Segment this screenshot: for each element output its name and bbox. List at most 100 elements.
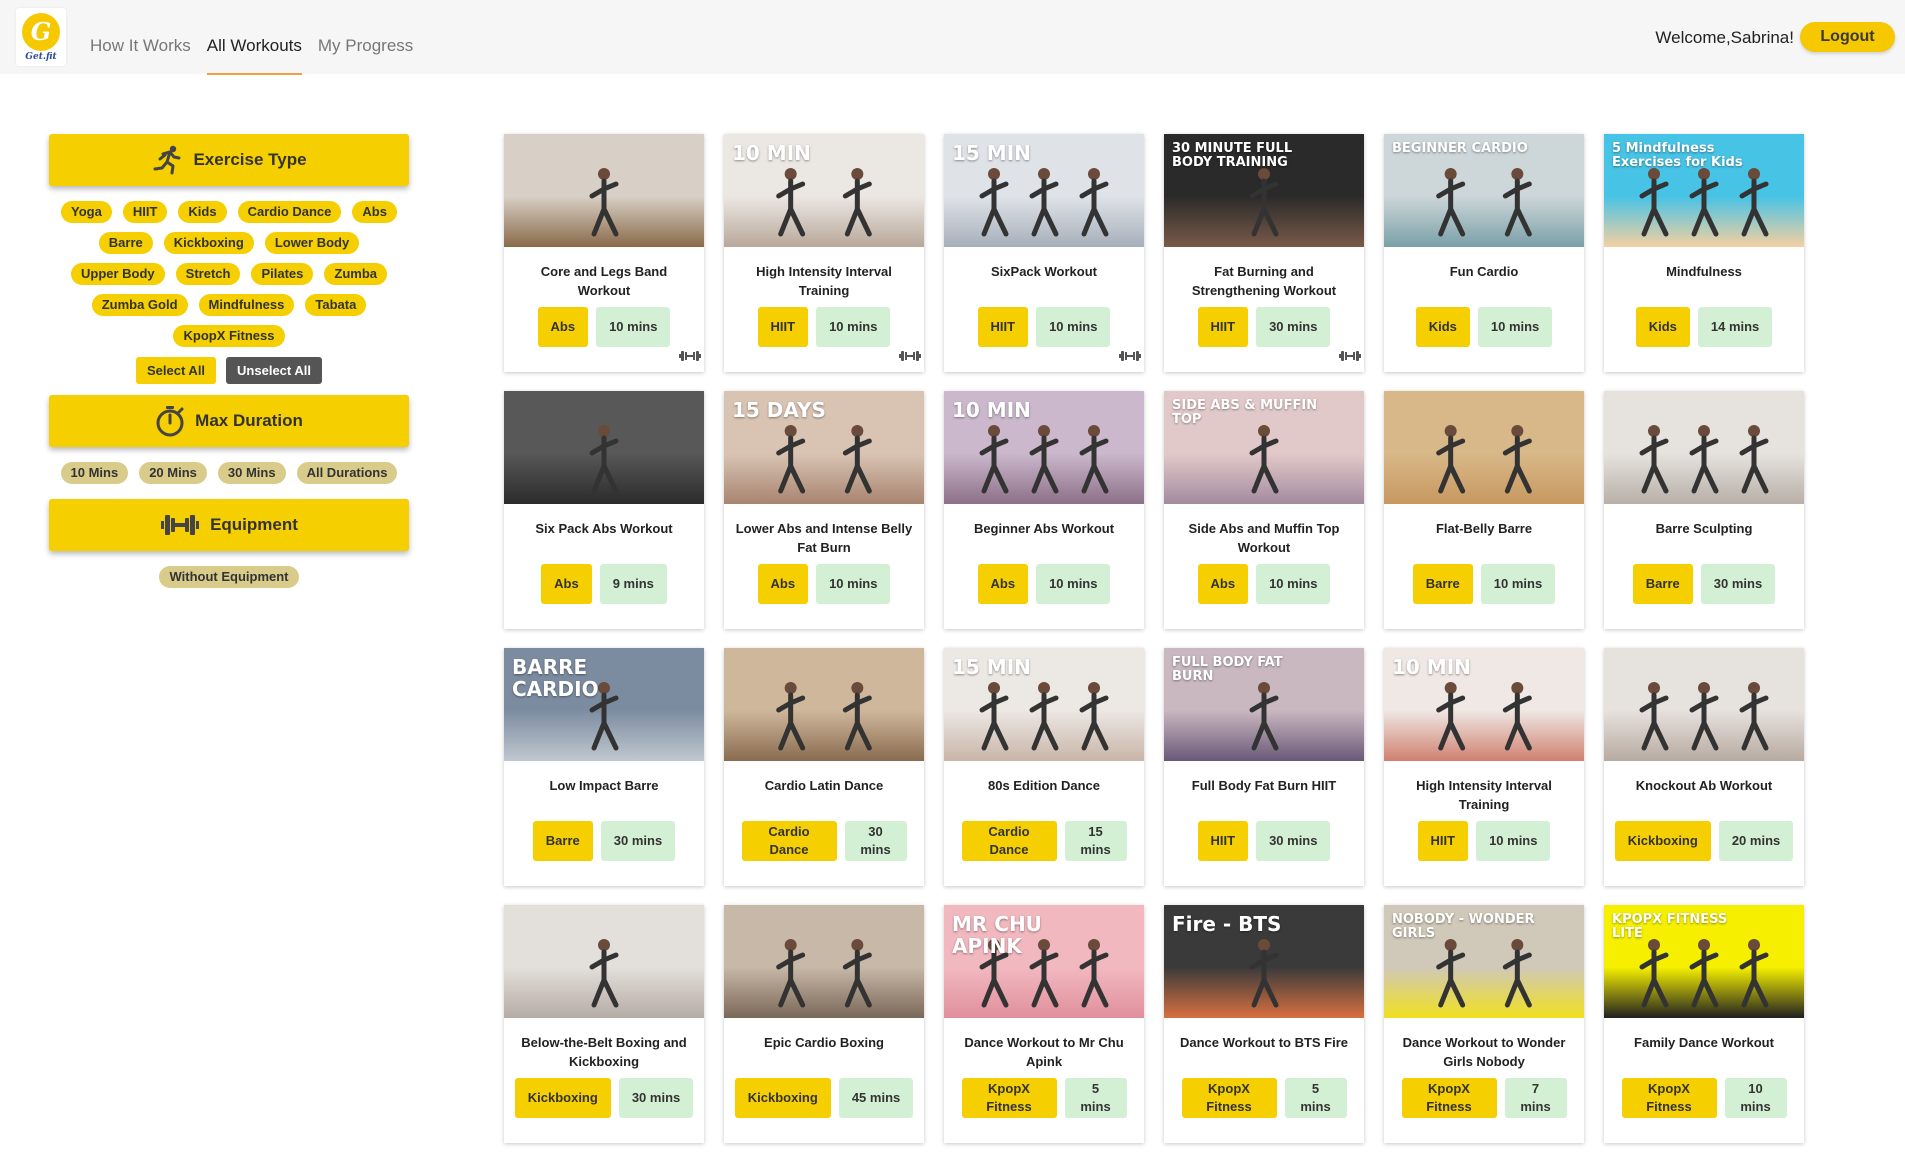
thumbnail-figures: [589, 939, 619, 1008]
workout-duration-tag: 10 mins: [1724, 1078, 1787, 1118]
workout-card[interactable]: Barre Sculpting Barre 30 mins: [1604, 391, 1804, 629]
chip-lower-body[interactable]: Lower Body: [264, 232, 360, 254]
workout-card[interactable]: 15 MIN SixPack Workout HIIT 10 mins: [944, 134, 1144, 372]
workout-title: Flat-Belly Barre: [1435, 521, 1533, 536]
equipment-header[interactable]: Equipment: [49, 499, 409, 551]
workout-card[interactable]: BEGINNER CARDIO Fun Cardio Kids 10 mins: [1384, 134, 1584, 372]
workout-card[interactable]: Fire - BTS Dance Workout to BTS Fire KpopX…: [1164, 905, 1364, 1143]
workout-duration-tag: 10 mins: [816, 307, 891, 347]
workout-thumbnail[interactable]: 5 Mindfulness Exercises for Kids: [1604, 134, 1804, 247]
workout-tags: Abs 10 mins: [724, 564, 924, 604]
chip-30-mins[interactable]: 30 Mins: [217, 462, 286, 484]
chip-kids[interactable]: Kids: [178, 201, 227, 223]
workout-title: Cardio Latin Dance: [764, 778, 884, 793]
chip-10-mins[interactable]: 10 Mins: [60, 462, 129, 484]
workout-card[interactable]: FULL BODY FAT BURN Full Body Fat Burn HII…: [1164, 648, 1364, 886]
workout-type-tag: Cardio Dance: [741, 821, 837, 861]
workout-thumbnail[interactable]: [1604, 391, 1804, 504]
workout-thumbnail[interactable]: 15 MIN: [944, 134, 1144, 247]
workout-thumbnail[interactable]: [1384, 391, 1584, 504]
workout-thumbnail[interactable]: 15 MIN: [944, 648, 1144, 761]
chip-abs[interactable]: Abs: [352, 201, 397, 223]
workout-card[interactable]: 10 MIN Beginner Abs Workout Abs 10 mins: [944, 391, 1144, 629]
chip-all-durations[interactable]: All Durations: [296, 462, 398, 484]
workout-title: Epic Cardio Boxing: [764, 1035, 884, 1050]
workout-type-tag: Abs: [537, 307, 589, 347]
chip-cardio-dance[interactable]: Cardio Dance: [237, 201, 342, 223]
chip-zumba-gold[interactable]: Zumba Gold: [91, 294, 188, 316]
workout-tags: Cardio Dance 30 mins: [724, 821, 924, 861]
workout-thumbnail[interactable]: KPOPX FITNESS LITE: [1604, 905, 1804, 1018]
workout-thumbnail[interactable]: NOBODY - WONDER GIRLS: [1384, 905, 1584, 1018]
workout-card[interactable]: Core and Legs Band Workout Abs 10 mins: [504, 134, 704, 372]
workout-card[interactable]: 15 DAYS Lower Abs and Intense Belly Fat B…: [724, 391, 924, 629]
workout-tags: Barre 10 mins: [1384, 564, 1584, 604]
workout-thumbnail[interactable]: 10 MIN: [944, 391, 1144, 504]
workout-type-tag: Abs: [977, 564, 1029, 604]
chip-without-equipment[interactable]: Without Equipment: [159, 566, 299, 588]
workout-thumbnail[interactable]: [504, 391, 704, 504]
nav-my-progress[interactable]: My Progress: [318, 36, 413, 75]
chip-tabata[interactable]: Tabata: [305, 294, 367, 316]
workout-card[interactable]: KPOPX FITNESS LITE Family Dance Workout Kp…: [1604, 905, 1804, 1143]
logout-button[interactable]: Logout: [1800, 22, 1895, 52]
chip-hiit[interactable]: HIIT: [122, 201, 168, 223]
app-logo[interactable]: G Get.fit: [16, 8, 66, 66]
workout-thumbnail[interactable]: [724, 905, 924, 1018]
chip-upper-body[interactable]: Upper Body: [70, 263, 165, 285]
workout-thumbnail[interactable]: [1604, 648, 1804, 761]
chip-kickboxing[interactable]: Kickboxing: [163, 232, 254, 254]
workout-thumbnail[interactable]: [504, 134, 704, 247]
workout-card[interactable]: Flat-Belly Barre Barre 10 mins: [1384, 391, 1584, 629]
chip-barre[interactable]: Barre: [98, 232, 153, 254]
exercise-type-chips: Yoga HIIT Kids Cardio Dance Abs Barre Kickboxi…: [49, 201, 409, 347]
workout-card[interactable]: 10 MIN High Intensity Interval Training HI…: [1384, 648, 1584, 886]
workout-thumbnail[interactable]: MR CHU APINK: [944, 905, 1144, 1018]
chip-mindfulness[interactable]: Mindfulness: [198, 294, 295, 316]
workout-card[interactable]: 10 MIN High Intensity Interval Training HI…: [724, 134, 924, 372]
workout-card[interactable]: Below-the-Belt Boxing and Kickboxing Kick…: [504, 905, 704, 1143]
workout-card[interactable]: MR CHU APINK Dance Workout to Mr Chu Apin…: [944, 905, 1144, 1143]
workout-card[interactable]: Epic Cardio Boxing Kickboxing 45 mins: [724, 905, 924, 1143]
workout-thumbnail[interactable]: Fire - BTS: [1164, 905, 1364, 1018]
workout-thumbnail[interactable]: SIDE ABS & MUFFIN TOP: [1164, 391, 1364, 504]
workout-tags: Kickboxing 45 mins: [724, 1078, 924, 1118]
workout-thumbnail[interactable]: 10 MIN: [724, 134, 924, 247]
chip-yoga[interactable]: Yoga: [61, 201, 112, 223]
nav-all-workouts[interactable]: All Workouts: [206, 36, 302, 75]
unselect-all-button[interactable]: Unselect All: [226, 357, 322, 384]
workout-card[interactable]: 15 MIN 80s Edition Dance Cardio Dance 15 mi…: [944, 648, 1144, 886]
workout-card[interactable]: BARRE CARDIO Low Impact Barre Barre 30 mins: [504, 648, 704, 886]
workout-duration-tag: 30 mins: [600, 821, 676, 861]
workout-title: SixPack Workout: [991, 264, 1097, 279]
workout-thumbnail[interactable]: FULL BODY FAT BURN: [1164, 648, 1364, 761]
workout-thumbnail[interactable]: 10 MIN: [1384, 648, 1584, 761]
workout-thumbnail[interactable]: 15 DAYS: [724, 391, 924, 504]
workout-thumbnail[interactable]: BARRE CARDIO: [504, 648, 704, 761]
max-duration-header[interactable]: Max Duration: [49, 395, 409, 447]
chip-kpopx-fitness[interactable]: KpopX Fitness: [173, 325, 285, 347]
chip-20-mins[interactable]: 20 Mins: [139, 462, 207, 484]
workout-card[interactable]: Knockout Ab Workout Kickboxing 20 mins: [1604, 648, 1804, 886]
exercise-type-header[interactable]: Exercise Type: [49, 134, 409, 186]
workout-duration-tag: 10 mins: [1036, 564, 1111, 604]
workout-thumbnail[interactable]: 30 MINUTE FULL BODY TRAINING: [1164, 134, 1364, 247]
top-navbar: G Get.fit How It Works All Workouts My P…: [0, 0, 1905, 75]
workout-type-tag: Barre: [1632, 564, 1693, 604]
workout-thumbnail[interactable]: BEGINNER CARDIO: [1384, 134, 1584, 247]
workout-card[interactable]: SIDE ABS & MUFFIN TOP Side Abs and Muffin…: [1164, 391, 1364, 629]
nav-how-it-works[interactable]: How It Works: [90, 36, 191, 75]
chip-pilates[interactable]: Pilates: [251, 263, 314, 285]
workout-card[interactable]: 30 MINUTE FULL BODY TRAINING Fat Burning …: [1164, 134, 1364, 372]
workout-card[interactable]: Cardio Latin Dance Cardio Dance 30 mins: [724, 648, 924, 886]
welcome-message: Welcome,Sabrina!: [1655, 28, 1794, 47]
workout-thumbnail[interactable]: [504, 905, 704, 1018]
workout-card[interactable]: Six Pack Abs Workout Abs 9 mins: [504, 391, 704, 629]
chip-zumba[interactable]: Zumba: [324, 263, 387, 285]
chip-stretch[interactable]: Stretch: [175, 263, 241, 285]
workout-card[interactable]: 5 Mindfulness Exercises for Kids Mindfuln…: [1604, 134, 1804, 372]
select-all-button[interactable]: Select All: [136, 357, 217, 384]
workout-thumbnail[interactable]: [724, 648, 924, 761]
workout-card[interactable]: NOBODY - WONDER GIRLS Dance Workout to Wo…: [1384, 905, 1584, 1143]
select-buttons: Select All Unselect All: [49, 357, 409, 384]
